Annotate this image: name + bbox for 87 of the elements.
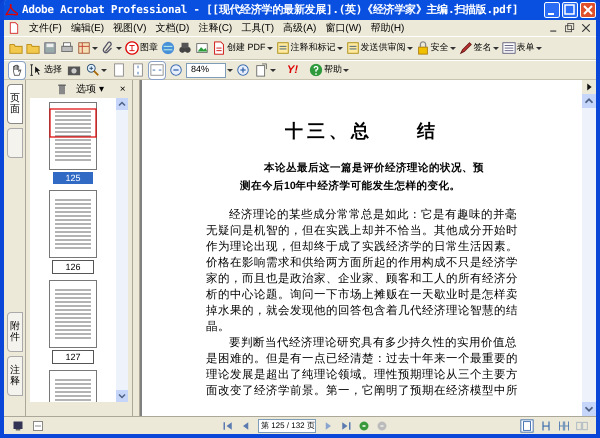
scroll-up-icon [116,98,128,110]
chapter-heading: 十三、总 结 [285,120,439,143]
printer-icon [60,41,74,55]
globe-icon [161,41,175,55]
single-page-icon[interactable] [520,418,534,432]
menu-item[interactable]: 视图(V) [113,20,146,36]
acrobat-logo-icon [4,3,18,17]
page-icon[interactable] [32,420,44,432]
side-tab[interactable]: 附件 [7,312,23,352]
document-icon [212,41,226,55]
toolbar-button[interactable]: 选择 [27,60,64,80]
text-cursor-icon [29,63,43,77]
scrollbar[interactable] [116,98,128,402]
fit-width-icon [150,63,164,77]
zoom-in-icon [86,63,100,77]
close-button[interactable]: × [120,82,126,96]
body-paragraph: 要判断当代经济理论研究具有多少持久性的实用价值总 是困难的。但是有一点已经清楚：过去十年来一个最重要的 理论发展是超出了纯理论领域。理性预期理论从三个主要方 面改变了经济学前景。第一，它阐明了预期在经济模型中所 [206,335,518,399]
facing-icon[interactable] [558,420,570,432]
toolbar-button[interactable]: 创建 PDF [211,38,274,58]
page-icon [112,63,126,77]
close-button[interactable] [580,2,596,18]
page-number: 126 [52,260,94,274]
menu-item[interactable]: 编辑(E) [70,20,104,36]
expand-icon[interactable] [582,80,596,94]
scroll-down-icon [116,390,128,402]
scrollbar[interactable] [582,80,596,416]
menu-item[interactable]: 窗口(W) [325,20,362,36]
paperclip-icon [101,41,115,55]
zoom-out-icon [169,63,183,77]
rotate-page-icon [255,63,269,77]
toolbar-button[interactable]: 帮助 [307,60,351,80]
yahoo-button[interactable]: Y! [283,62,302,78]
folder-icon [9,41,23,55]
picture-icon [195,41,209,55]
back-icon[interactable] [358,420,370,432]
toolbar-button[interactable]: 注释和标记 [274,38,344,58]
side-tab[interactable]: 页面 [7,84,23,124]
trash-icon[interactable] [56,83,68,95]
window-title: Adobe Acrobat Professional - [[现代经济学的最新发展].(英)《经济学家》主编.扫描版.pdf] [22,2,518,18]
toolbar-button[interactable]: 发送供审阅 [344,38,414,58]
restore-icon[interactable] [564,22,576,34]
fit-page-icon [131,63,145,77]
lock-icon [416,41,430,55]
abstract-text: 本论丛最后这一篇是评价经济理论的状况、预 测在今后10年中经济学可能发生怎样的变化。 [240,160,484,194]
toolbar-button[interactable]: 安全 [414,38,457,58]
hand-icon [10,63,24,77]
side-tab[interactable]: 注释 [7,356,23,396]
grid-icon [77,41,91,55]
page-number: 125 [53,172,93,184]
page-number-field[interactable]: 第 125 / 132 页 [258,418,316,432]
menu-item[interactable]: 高级(A) [283,20,316,36]
menu-item[interactable]: 注释(C) [198,20,232,36]
stamp-icon [125,41,139,55]
scroll-down-icon [582,402,596,416]
notepad-icon [346,41,360,55]
help-icon [309,63,323,77]
first-page-icon[interactable] [222,420,234,432]
continuous-icon[interactable] [540,420,552,432]
toolbar-button[interactable]: 签名 [458,38,500,58]
notepad-icon [276,41,290,55]
menu-item[interactable]: 帮助(H) [370,20,404,36]
form-icon [502,41,516,55]
page-thumbnail[interactable] [49,280,97,348]
binoculars-icon [178,41,192,55]
maximize-button[interactable] [562,2,578,18]
page-thumbnail[interactable] [49,102,97,170]
zoom-field[interactable]: 84% [186,62,226,78]
monitor-icon[interactable] [12,420,24,432]
document-icon [8,22,20,34]
body-paragraph: 经济理论的某些成分常常总是如此：它是有趣味的并毫 无疑问是机智的，但在实践上却并不恰当。其他成分开始时 作为理论出现，但却终于成了实践经济学的日常生活因素。 价格在影响需求和供给两方面所起的作用构成不只是经济学 家的，而且也是政治家、企业家、顾客和工人的所有经济分 析的中心论题。询问一下市场上摊贩在一天歇业时是怎样卖 掉水果的，就会发现他的回答包含着几代经济理论智慧的结 晶。 [206,207,518,335]
page-thumbnail[interactable] [49,190,97,258]
menu-item[interactable]: 文件(F) [29,20,62,36]
page-thumbnail[interactable] [49,370,97,402]
page-number: 127 [52,350,94,364]
menu-item[interactable]: 文档(D) [155,20,190,36]
toolbar-button[interactable]: 表单 [500,38,543,58]
toolbar-icon-button[interactable] [8,60,26,80]
last-page-icon[interactable] [340,420,352,432]
minimize-button[interactable] [544,2,560,18]
menu-item[interactable]: 工具(T) [241,20,274,36]
toolbar-button[interactable]: 图章 [124,38,159,58]
options-button[interactable]: 选项 ▾ [76,82,104,96]
folder-icon [26,41,40,55]
zoom-in-icon [236,63,250,77]
close-icon[interactable] [580,22,592,34]
scroll-up-icon [582,94,596,108]
pen-icon [458,41,473,55]
